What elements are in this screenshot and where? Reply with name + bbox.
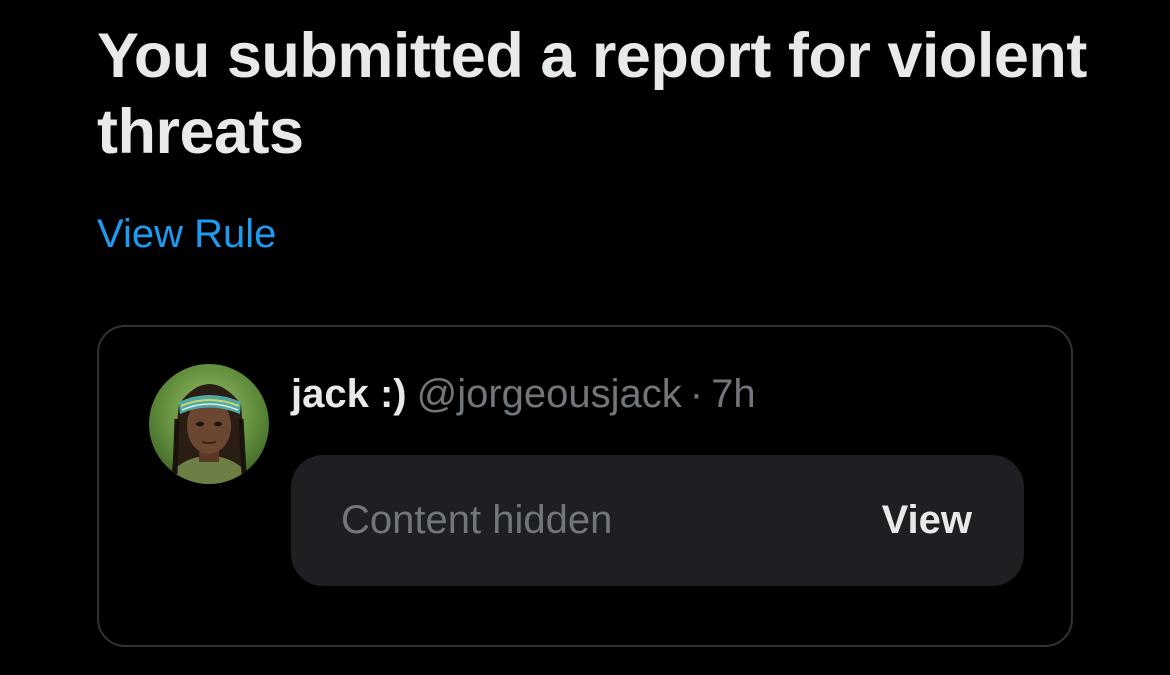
display-name[interactable]: jack :) xyxy=(291,372,407,416)
post-timestamp[interactable]: 7h xyxy=(711,372,756,416)
meta-separator: · xyxy=(689,372,704,416)
report-heading: You submitted a report for violent threa… xyxy=(97,21,1087,167)
reported-post-card[interactable]: jack :) @jorgeousjack · 7h Content hidden V… xyxy=(97,325,1073,647)
view-content-button[interactable]: View xyxy=(882,496,972,544)
content-hidden-box: Content hidden View xyxy=(291,455,1024,586)
user-handle[interactable]: @jorgeousjack xyxy=(417,372,682,416)
view-rule-link[interactable]: View Rule xyxy=(97,210,276,258)
user-avatar[interactable] xyxy=(149,364,269,484)
content-hidden-label: Content hidden xyxy=(341,498,613,542)
post-meta: jack :) @jorgeousjack · 7h xyxy=(291,370,756,418)
report-confirmation-page: You submitted a report for violent threa… xyxy=(0,0,1170,675)
avatar-photo-icon xyxy=(149,364,269,484)
